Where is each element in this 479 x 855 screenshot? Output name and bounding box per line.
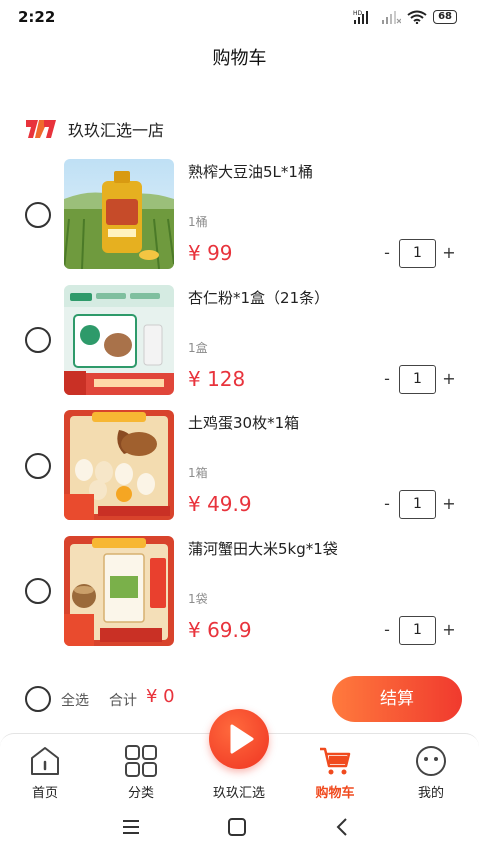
status-bar: 2:22 HD 68 — [0, 0, 479, 34]
increase-button[interactable]: + — [442, 494, 456, 513]
signal-icon: HD — [353, 10, 369, 24]
item-select-radio[interactable] — [25, 453, 51, 479]
product-image[interactable] — [64, 285, 174, 395]
increase-button[interactable]: + — [442, 243, 456, 262]
item-title[interactable]: 杏仁粉*1盒（21条） — [188, 287, 329, 308]
select-all-label[interactable]: 全选 — [61, 690, 89, 710]
item-unit: 1箱 — [188, 466, 208, 480]
quantity-input[interactable]: 1 — [399, 365, 436, 394]
tab-profile[interactable]: 我的 — [383, 740, 479, 801]
total-value: ¥ 0 — [146, 686, 175, 707]
item-title[interactable]: 蒲河蟹田大米5kg*1袋 — [188, 538, 338, 559]
eggs-image — [64, 410, 174, 520]
select-all-radio[interactable] — [25, 686, 51, 712]
cart-item: 土鸡蛋30枚*1箱 1箱 ¥ 49.9 - 1 + — [0, 410, 479, 528]
increase-button[interactable]: + — [442, 369, 456, 388]
store-header[interactable]: 玖玖汇选一店 — [24, 116, 164, 142]
tab-label: 购物车 — [315, 786, 355, 801]
hd-label: HD — [353, 10, 363, 17]
item-title[interactable]: 土鸡蛋30枚*1箱 — [188, 412, 299, 433]
item-unit: 1盒 — [188, 341, 208, 355]
wifi-icon — [407, 10, 427, 24]
item-price: ¥ 99 — [188, 241, 233, 265]
quantity-input[interactable]: 1 — [399, 239, 436, 268]
tab-label: 分类 — [127, 786, 154, 801]
increase-button[interactable]: + — [442, 620, 456, 639]
tab-category[interactable]: 分类 — [93, 740, 189, 801]
decrease-button[interactable]: - — [380, 620, 394, 639]
total-label: 合计 — [109, 693, 137, 709]
home-icon — [31, 747, 59, 775]
item-price: ¥ 49.9 — [188, 492, 252, 516]
product-image[interactable] — [64, 159, 174, 269]
back-icon[interactable] — [334, 817, 350, 837]
soybean-oil-image — [64, 159, 174, 269]
tab-cart[interactable]: 购物车 — [287, 740, 383, 801]
system-nav-bar — [0, 803, 479, 855]
rice-image — [64, 536, 174, 646]
decrease-button[interactable]: - — [380, 494, 394, 513]
tab-label: 首页 — [31, 786, 58, 801]
status-icons: HD 68 — [353, 10, 457, 24]
play-icon — [230, 724, 254, 754]
tab-label: 我的 — [417, 786, 444, 801]
quantity-input[interactable]: 1 — [399, 616, 436, 645]
cart-item: 杏仁粉*1盒（21条） 1盒 ¥ 128 - 1 + — [0, 285, 479, 403]
decrease-button[interactable]: - — [380, 243, 394, 262]
item-title[interactable]: 熟榨大豆油5L*1桶 — [188, 161, 313, 182]
grid-icon — [125, 745, 157, 777]
page-title: 购物车 — [212, 48, 267, 69]
battery-indicator: 68 — [433, 10, 457, 24]
featured-play-button[interactable] — [209, 709, 269, 769]
smiley-icon — [416, 746, 446, 776]
signal-weak-icon — [382, 11, 402, 24]
status-time: 2:22 — [18, 8, 56, 26]
checkout-button[interactable]: 结算 — [332, 676, 462, 722]
product-image[interactable] — [64, 536, 174, 646]
item-price: ¥ 128 — [188, 367, 246, 391]
item-unit: 1桶 — [188, 215, 208, 229]
item-unit: 1袋 — [188, 592, 208, 606]
almond-powder-image — [64, 285, 174, 395]
item-price: ¥ 69.9 — [188, 618, 252, 642]
product-image[interactable] — [64, 410, 174, 520]
tab-label: 玖玖汇选 — [212, 786, 265, 801]
tab-home[interactable]: 首页 — [0, 740, 93, 801]
quantity-input[interactable]: 1 — [399, 490, 436, 519]
home-square-icon[interactable] — [227, 817, 247, 837]
decrease-button[interactable]: - — [380, 369, 394, 388]
item-select-radio[interactable] — [25, 202, 51, 228]
store-name: 玖玖汇选一店 — [68, 121, 165, 140]
cart-item: 蒲河蟹田大米5kg*1袋 1袋 ¥ 69.9 - 1 + — [0, 536, 479, 654]
item-select-radio[interactable] — [25, 327, 51, 353]
item-select-radio[interactable] — [25, 578, 51, 604]
menu-icon[interactable] — [121, 819, 141, 835]
cart-icon — [320, 747, 351, 775]
store-logo-icon — [26, 120, 56, 138]
cart-item: 熟榨大豆油5L*1桶 1桶 ¥ 99 - 1 + — [0, 159, 479, 277]
